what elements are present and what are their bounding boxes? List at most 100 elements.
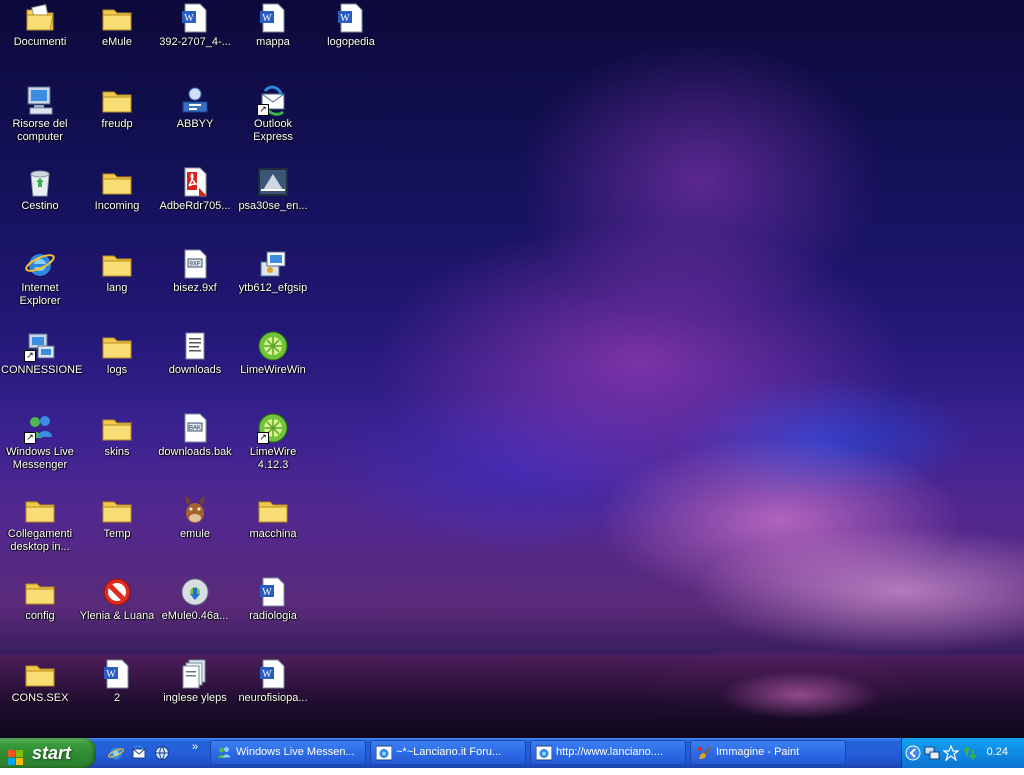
desktop-icon-neurofisiopa[interactable]: W neurofisiopa...	[233, 658, 313, 705]
desktop-icon-inglese-yleps[interactable]: inglese yleps	[155, 658, 235, 705]
desktop-icon-cestino[interactable]: Cestino	[0, 166, 80, 213]
folder-icon	[101, 494, 133, 526]
desktop-icon-cons-sex[interactable]: CONS.SEX	[0, 658, 80, 705]
desktop-icon-label: Temp	[103, 528, 131, 540]
clock[interactable]: 0.24	[987, 746, 1008, 758]
document-stack-icon	[179, 658, 211, 690]
desktop-icon-bisez[interactable]: 9XF bisez.9xf	[155, 248, 235, 295]
word-document-icon: W	[335, 2, 367, 34]
desktop-icon-risorse-del-computer[interactable]: Risorse del computer	[0, 84, 80, 144]
start-label: start	[32, 743, 72, 763]
windows-flag-icon	[8, 745, 24, 765]
desktop-icon-emule046a[interactable]: eMule0.46a...	[155, 576, 235, 623]
desktop-icon-limewire-4-12-3[interactable]: ↗ LimeWire 4.12.3	[233, 412, 313, 472]
folder-icon	[101, 2, 133, 34]
desktop-icon-label: LimeWireWin	[240, 364, 306, 376]
folder-icon	[101, 330, 133, 362]
quick-launch-more-button[interactable]: »	[192, 741, 198, 753]
desktop-icon-2[interactable]: W 2	[77, 658, 157, 705]
limewire-icon	[257, 330, 289, 362]
desktop-icon-outlook-express[interactable]: ↗ Outlook Express	[233, 84, 313, 144]
setup-icon	[257, 248, 289, 280]
desktop-icon-config[interactable]: config	[0, 576, 80, 623]
word-document-icon: W	[257, 2, 289, 34]
desktop-icon-temp[interactable]: Temp	[77, 494, 157, 541]
taskbar-button-label: Windows Live Messen...	[236, 746, 355, 758]
desktop-icon-radiologia[interactable]: W radiologia	[233, 576, 313, 623]
desktop-icon-label: mappa	[256, 36, 290, 48]
desktop-icon-label: psa30se_en...	[238, 200, 308, 212]
desktop-icon-label: Cestino	[21, 200, 59, 212]
sunset-reflection	[700, 660, 900, 730]
desktop-icon-windows-live-messenger[interactable]: ↗ Windows Live Messenger	[0, 412, 80, 472]
desktop-icon-freudp[interactable]: freudp	[77, 84, 157, 131]
desktop-icon-downloads-bak[interactable]: BAK downloads.bak	[155, 412, 235, 459]
installer-disc-icon	[179, 576, 211, 608]
chevron-left-icon[interactable]	[905, 745, 921, 761]
desktop-icon-collegamenti[interactable]: Collegamenti desktop in...	[0, 494, 80, 554]
desktop-icon-label: Incoming	[94, 200, 140, 212]
desktop-icon-skins[interactable]: skins	[77, 412, 157, 459]
emule-mule-icon	[179, 494, 211, 526]
taskbar: start » Windows Live Messen... ~*~Lancia…	[0, 738, 1024, 768]
svg-text:W: W	[262, 587, 272, 598]
desktop-icon-ylenia-luana[interactable]: Ylenia & Luana	[77, 576, 157, 623]
network-connection-icon: ↗	[24, 330, 56, 362]
taskbar-button-lanciano-forum[interactable]: ~*~Lanciano.it Foru...	[370, 740, 526, 765]
desktop-icon-label: config	[25, 610, 55, 622]
text-file-icon: BAK	[179, 412, 211, 444]
messenger-icon	[216, 745, 232, 761]
taskbar-button-messenger[interactable]: Windows Live Messen...	[210, 740, 366, 765]
desktop-icon-downloads[interactable]: downloads	[155, 330, 235, 377]
taskbar-button-paint[interactable]: Immagine - Paint	[690, 740, 846, 765]
desktop-icon-ytb612[interactable]: ytb612_efgsip	[233, 248, 313, 295]
desktop-icon-macchina[interactable]: macchina	[233, 494, 313, 541]
start-button[interactable]: start	[0, 738, 96, 768]
desktop-icon-internet-explorer[interactable]: Internet Explorer	[0, 248, 80, 308]
desktop-icon-label: lang	[106, 282, 128, 294]
taskbar-button-label: ~*~Lanciano.it Foru...	[396, 746, 502, 758]
folder-icon	[101, 412, 133, 444]
internet-explorer-icon[interactable]	[108, 745, 124, 761]
desktop-icon-documenti[interactable]: Documenti	[0, 2, 80, 49]
desktop-icon-label: ABBYY	[176, 118, 214, 130]
desktop-icon-adberdr705[interactable]: AdbeRdr705...	[155, 166, 235, 213]
desktop-icon-logs[interactable]: logs	[77, 330, 157, 377]
messenger-icon: ↗	[24, 412, 56, 444]
desktop-icon-incoming[interactable]: Incoming	[77, 166, 157, 213]
folder-icon	[101, 248, 133, 280]
desktop-icon-mappa[interactable]: W mappa	[233, 2, 313, 49]
text-file-icon: 9XF	[179, 248, 211, 280]
desktop-icon-abbyy[interactable]: ABBYY	[155, 84, 235, 131]
desktop-icon-logopedia[interactable]: W logopedia	[311, 2, 391, 49]
desktop-icon-emule-app[interactable]: emule	[155, 494, 235, 541]
internet-explorer-icon	[535, 745, 553, 761]
svg-text:W: W	[106, 669, 116, 680]
taskbar-button-label: http://www.lanciano....	[556, 746, 663, 758]
star-icon[interactable]	[942, 744, 960, 762]
desktop-icon-label: Outlook Express	[253, 118, 293, 143]
svg-text:W: W	[262, 13, 272, 24]
desktop-icon-392-2707[interactable]: W 392-2707_4-...	[155, 2, 235, 49]
svg-text:W: W	[184, 13, 194, 24]
word-document-icon: W	[101, 658, 133, 690]
limewire-icon: ↗	[257, 412, 289, 444]
svg-text:9XF: 9XF	[189, 262, 200, 268]
word-document-icon: W	[257, 658, 289, 690]
desktop-icon-label: bisez.9xf	[173, 282, 217, 294]
desktop-icon-lang[interactable]: lang	[77, 248, 157, 295]
desktop-icon-connessione[interactable]: ↗ CONNESSIONE	[0, 330, 82, 377]
desktop-icon-label: logs	[106, 364, 128, 376]
desktop-icon-label: downloads	[168, 364, 222, 376]
desktop-icon-emule-folder[interactable]: eMule	[77, 2, 157, 49]
folder-icon	[257, 494, 289, 526]
desktop-icon-psa30se[interactable]: psa30se_en...	[233, 166, 313, 213]
desktop-icon-label: 392-2707_4-...	[159, 36, 231, 48]
taskbar-button-lanciano-url[interactable]: http://www.lanciano....	[530, 740, 686, 765]
browser-icon[interactable]	[154, 745, 170, 761]
outlook-express-icon[interactable]	[131, 745, 147, 761]
desktop-icon-limewirewin[interactable]: LimeWireWin	[233, 330, 313, 377]
desktop-icon-label: Risorse del computer	[12, 118, 68, 143]
transfer-icon[interactable]	[962, 745, 978, 761]
network-icon[interactable]	[924, 745, 940, 761]
